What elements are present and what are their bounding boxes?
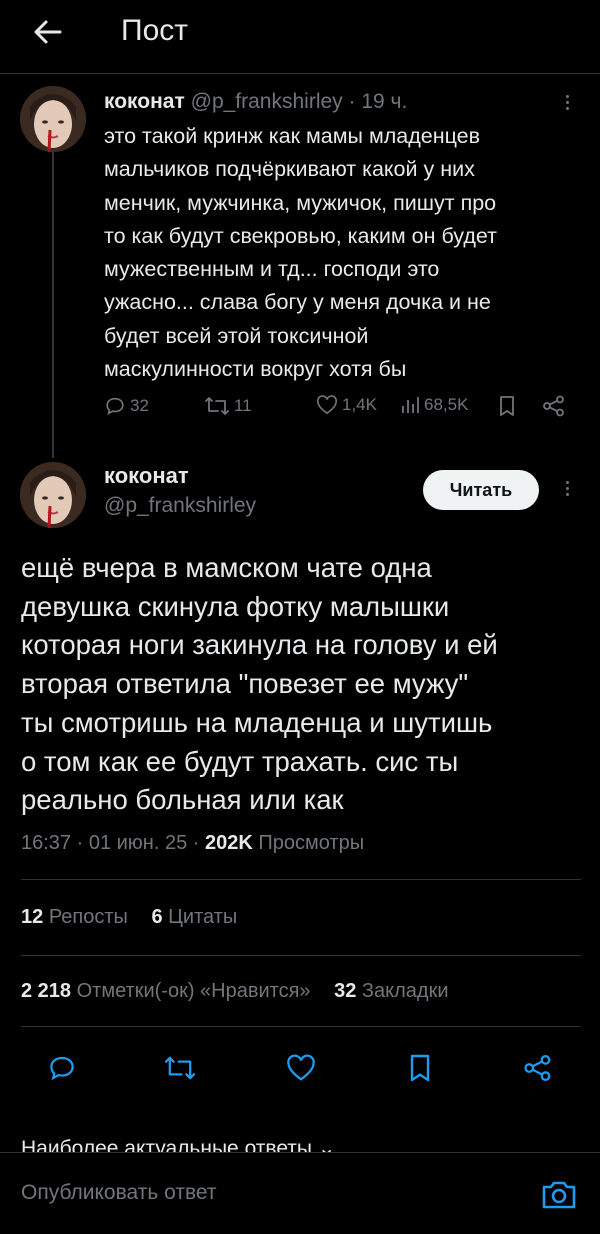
reply-more-icon[interactable] — [562, 92, 572, 116]
reply-author-name[interactable]: коконат — [104, 90, 185, 113]
quotes-count[interactable]: 6 — [151, 906, 162, 928]
post-author-name[interactable]: коконат — [104, 463, 189, 489]
reply-share-icon[interactable] — [542, 395, 570, 417]
comment-icon — [106, 397, 124, 415]
heart-icon[interactable] — [281, 1048, 321, 1088]
reply-header: коконат @p_frankshirley · 19 ч. — [104, 90, 407, 114]
reply-comment-action[interactable]: 32 — [104, 395, 149, 417]
reply-actions: 32 11 1,4K 68,5K — [104, 395, 574, 431]
reply-timestamp: · 19 ч. — [348, 90, 408, 113]
reposts-label[interactable]: Репосты — [49, 906, 128, 928]
top-bar: Пост — [0, 0, 600, 74]
camera-icon[interactable] — [540, 1178, 578, 1212]
share-icon[interactable] — [518, 1048, 558, 1088]
reposts-count[interactable]: 12 — [21, 906, 43, 928]
likes-bookmarks-stats: 2 218 Отметки(-ок) «Нравится» 32 Закладк… — [21, 980, 448, 1003]
views-chart-icon — [402, 397, 419, 413]
post-views-label[interactable]: Просмотры — [258, 832, 364, 854]
post-author-handle[interactable]: @p_frankshirley — [104, 494, 256, 518]
reply-like-action[interactable]: 1,4K — [316, 395, 377, 415]
likes-count[interactable]: 2 218 — [21, 980, 71, 1002]
reply-author-avatar[interactable] — [20, 86, 86, 152]
follow-button[interactable]: Читать — [423, 470, 539, 510]
reply-input[interactable]: Опубликовать ответ — [21, 1181, 217, 1205]
divider — [21, 879, 581, 880]
post-text: ещё вчера в мамском чате одна девушка ск… — [21, 552, 498, 816]
divider — [21, 1026, 581, 1027]
post-meta: 16:37 · 01 июн. 25 · 202K Просмотры — [21, 832, 364, 855]
repost-icon — [205, 397, 229, 415]
post-actions — [0, 1048, 600, 1092]
reply-views-action[interactable]: 68,5K — [400, 395, 468, 415]
reply-bookmark-icon[interactable] — [498, 395, 520, 417]
reply-text: это такой кринж как мамы младенцев мальч… — [104, 124, 497, 382]
repost-icon[interactable] — [160, 1048, 200, 1088]
divider — [21, 955, 581, 956]
heart-icon — [316, 395, 338, 415]
post-author-avatar[interactable] — [20, 462, 86, 528]
likes-label[interactable]: Отметки(-ок) «Нравится» — [77, 980, 311, 1002]
reply-repost-action[interactable]: 11 — [204, 395, 252, 417]
page-title: Пост — [121, 14, 188, 47]
bookmark-icon[interactable] — [400, 1048, 440, 1088]
reply-author-handle[interactable]: @p_frankshirley — [191, 90, 343, 113]
comment-icon[interactable] — [42, 1048, 82, 1088]
post-views-count[interactable]: 202K — [205, 832, 253, 854]
back-arrow-icon[interactable] — [30, 14, 66, 50]
bookmarks-label[interactable]: Закладки — [362, 980, 449, 1002]
reply-repost-count: 11 — [234, 396, 252, 415]
post-timestamp: 16:37 · 01 июн. 25 · — [21, 832, 200, 854]
bookmarks-count[interactable]: 32 — [334, 980, 356, 1002]
reply-views-count: 68,5K — [424, 395, 469, 414]
repost-quote-stats: 12 Репосты 6 Цитаты — [21, 906, 237, 929]
quotes-label[interactable]: Цитаты — [168, 906, 237, 928]
reply-comment-count: 32 — [130, 396, 149, 415]
replies-sort-dropdown[interactable]: Наиболее актуальные ответы ⌄ — [21, 1136, 335, 1152]
thread-line — [52, 150, 54, 458]
post-more-icon[interactable] — [562, 478, 572, 502]
reply-like-count: 1,4K — [342, 395, 377, 414]
reply-composer: Опубликовать ответ — [0, 1152, 600, 1234]
